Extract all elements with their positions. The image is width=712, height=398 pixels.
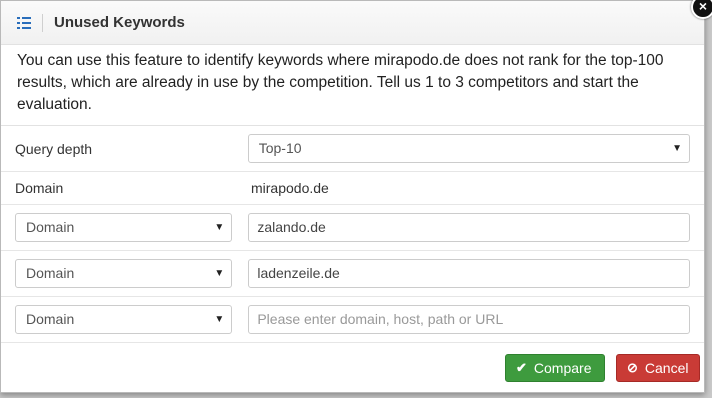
query-depth-select[interactable]: Top-10 ▼	[247, 134, 690, 163]
caret-down-icon: ▼	[214, 314, 225, 325]
compare-label: Compare	[533, 359, 592, 376]
competitor-type-value: Domain	[26, 311, 75, 327]
list-icon	[17, 16, 31, 29]
competitor-input[interactable]: zalando.de	[248, 213, 690, 242]
caret-down-icon: ▼	[214, 222, 225, 233]
compare-button[interactable]: ✔ Compare	[505, 353, 605, 382]
cancel-button[interactable]: ⊘ Cancel	[616, 353, 700, 382]
domain-value: mirapodo.de	[251, 180, 329, 196]
query-depth-value: Top-10	[258, 140, 302, 156]
dialog-title: Unused Keywords	[54, 14, 185, 31]
competitor-type-select[interactable]: Domain ▼	[15, 213, 233, 242]
dialog-header: Unused Keywords	[1, 1, 704, 45]
domain-label: Domain	[15, 180, 64, 196]
ban-icon: ⊘	[627, 359, 638, 375]
competitor-row-3: Domain ▼ Please enter domain, host, path…	[1, 297, 704, 343]
competitor-row-1: Domain ▼ zalando.de	[1, 205, 704, 251]
caret-down-icon: ▼	[214, 268, 225, 279]
competitor-input[interactable]: Please enter domain, host, path or URL	[248, 305, 690, 334]
competitor-type-select[interactable]: Domain ▼	[15, 259, 233, 288]
caret-down-icon: ▼	[672, 143, 682, 154]
dialog-footer: ✔ Compare ⊘ Cancel	[1, 342, 704, 392]
query-depth-label: Query depth	[15, 140, 93, 157]
header-divider	[42, 13, 43, 32]
cancel-label: Cancel	[644, 359, 689, 376]
unused-keywords-dialog: Unused Keywords × You can use this featu…	[0, 0, 712, 393]
competitor-row-2: Domain ▼ ladenzeile.de	[1, 251, 704, 297]
competitor-input[interactable]: ladenzeile.de	[248, 259, 690, 288]
query-depth-row: Query depth Top-10 ▼	[1, 126, 704, 172]
check-icon: ✔	[516, 359, 527, 375]
competitor-type-select[interactable]: Domain ▼	[15, 305, 233, 334]
domain-row: Domain mirapodo.de	[1, 172, 704, 205]
competitor-type-value: Domain	[26, 265, 75, 281]
competitor-type-value: Domain	[26, 219, 75, 235]
intro-text: You can use this feature to identify key…	[1, 45, 704, 126]
